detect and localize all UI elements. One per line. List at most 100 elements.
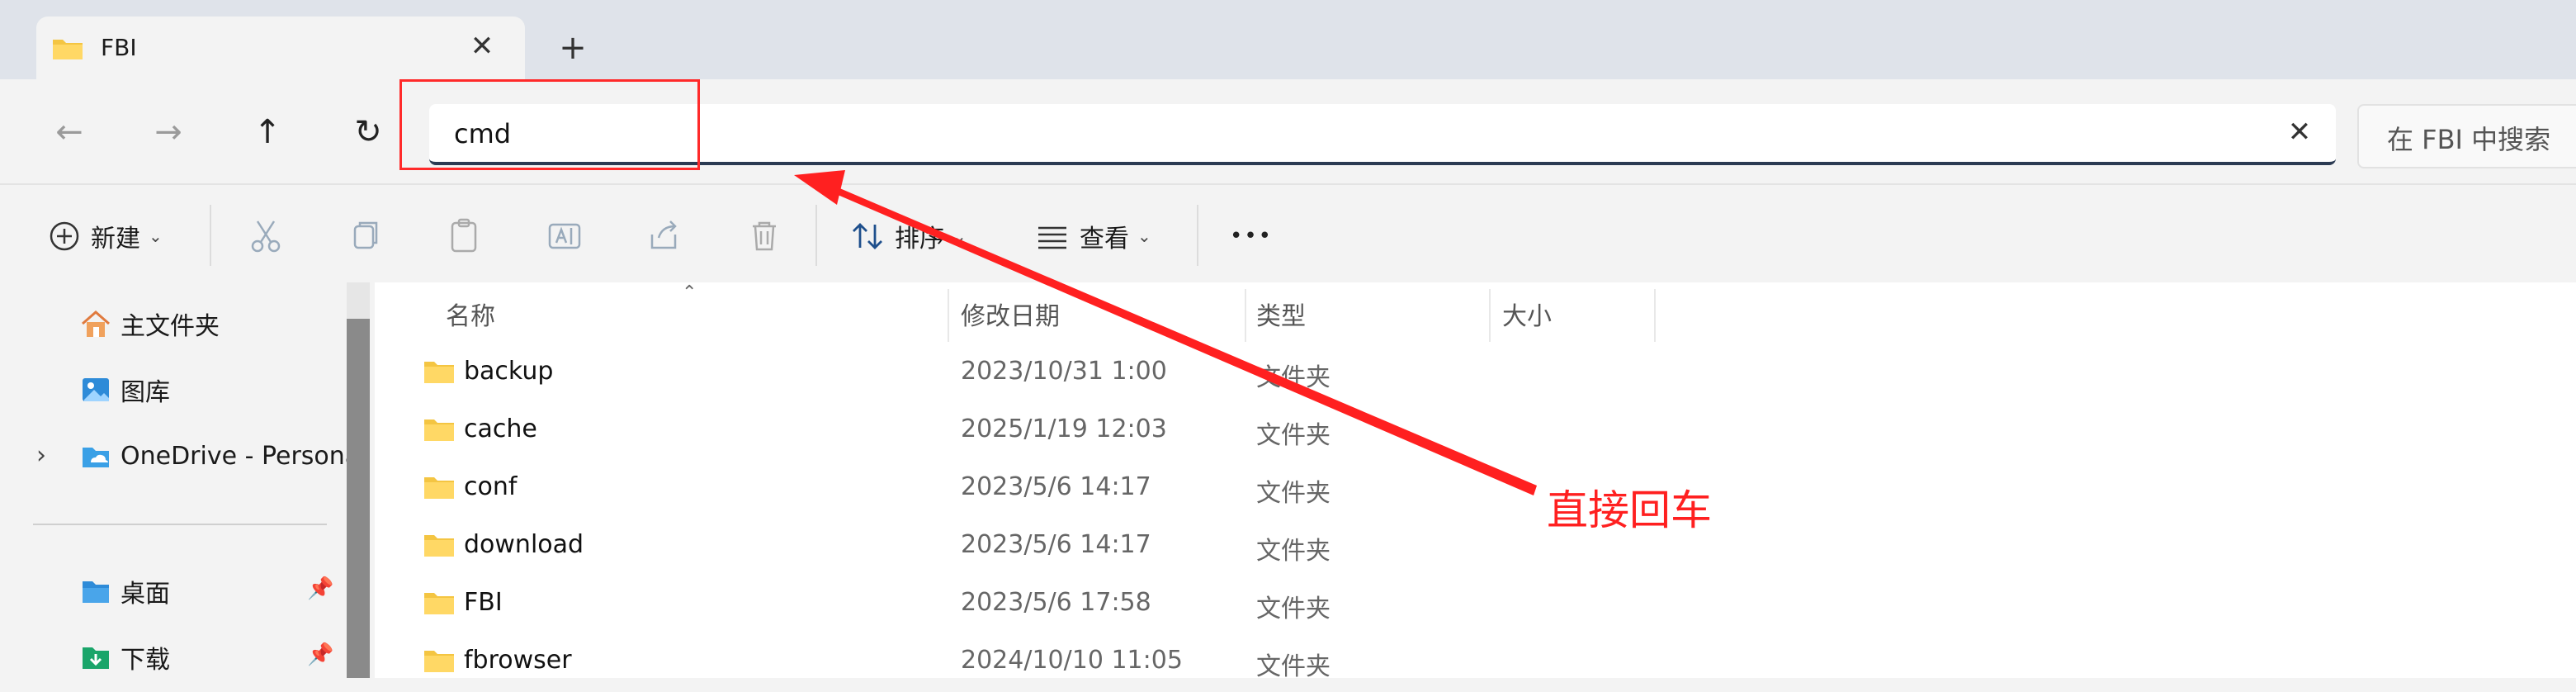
sidebar-scrollbar[interactable] (347, 282, 370, 678)
sidebar-item-onedrive[interactable]: OneDrive - Persona (79, 436, 360, 476)
file-date: 2023/10/31 1:00 (961, 357, 1167, 386)
folder-icon (424, 651, 454, 672)
address-bar[interactable]: ✕ (429, 104, 2336, 165)
home-icon (82, 310, 110, 337)
file-type: 文件夹 (1256, 652, 1331, 681)
file-date: 2023/5/6 17:58 (961, 588, 1151, 617)
rename-icon[interactable] (543, 215, 586, 258)
sort-indicator-icon: ⌃ (682, 282, 697, 303)
tab-title: FBI (101, 34, 137, 61)
table-row[interactable]: download 2023/5/6 14:17 文件夹 (375, 519, 2576, 576)
sidebar-item-downloads[interactable]: 下载 (79, 637, 170, 677)
sort-label: 排序 (895, 225, 944, 254)
navigation-pane: 主文件夹 图库 › OneDrive - Persona 桌面 📌 下载 📌 (0, 282, 363, 678)
copy-icon[interactable] (343, 215, 386, 258)
plus-circle-icon (50, 221, 79, 251)
table-row[interactable]: fbrowser 2024/10/10 11:05 文件夹 (375, 634, 2576, 692)
chevron-right-icon[interactable]: › (36, 441, 46, 470)
sidebar-item-label: 下载 (121, 646, 170, 675)
clear-address-icon[interactable]: ✕ (2281, 114, 2318, 150)
navigation-bar: ← → ↑ ↻ ✕ 在 FBI 中搜索 (0, 79, 2576, 183)
file-name: fbrowser (464, 646, 572, 675)
pin-icon[interactable]: 📌 (307, 642, 333, 667)
column-header-size[interactable]: 大小 (1502, 296, 1552, 332)
tab-bar: FBI ✕ + (0, 0, 2576, 79)
download-icon (83, 647, 109, 669)
more-icon: ••• (1230, 224, 1274, 249)
file-type: 文件夹 (1256, 479, 1331, 508)
sidebar-item-label: OneDrive - Persona (121, 441, 361, 471)
sidebar-item-label: 图库 (121, 378, 170, 407)
toolbar-divider (1197, 205, 1198, 266)
sidebar-divider (33, 524, 327, 525)
view-label: 查看 (1080, 225, 1129, 254)
sidebar-item-desktop[interactable]: 桌面 (79, 571, 170, 611)
up-button[interactable]: ↑ (244, 109, 291, 155)
table-row[interactable]: backup 2023/10/31 1:00 文件夹 (375, 345, 2576, 403)
file-date: 2025/1/19 12:03 (961, 415, 1167, 443)
close-tab-icon[interactable]: ✕ (466, 30, 499, 63)
column-header-date[interactable]: 修改日期 (961, 296, 1060, 332)
share-icon[interactable] (642, 215, 685, 258)
column-divider (1654, 289, 1656, 342)
file-name: backup (464, 357, 554, 386)
forward-button[interactable]: → (145, 109, 191, 155)
back-button[interactable]: ← (46, 109, 92, 155)
view-list-icon (1038, 226, 1066, 249)
sort-button[interactable]: 排序 ⌄ (850, 216, 967, 256)
new-button[interactable]: 新建 ⌄ (48, 216, 163, 256)
folder-icon (424, 535, 454, 557)
annotation-label: 直接回车 (1547, 486, 1712, 534)
table-row[interactable]: cache 2025/1/19 12:03 文件夹 (375, 403, 2576, 461)
folder-icon (53, 40, 83, 59)
file-type: 文件夹 (1256, 595, 1331, 623)
address-input[interactable] (452, 112, 2271, 155)
cut-icon[interactable] (244, 215, 287, 258)
trash-icon[interactable] (743, 215, 786, 258)
pin-icon[interactable]: 📌 (307, 576, 333, 601)
file-name: conf (464, 472, 518, 501)
refresh-button[interactable]: ↻ (345, 109, 391, 155)
file-type: 文件夹 (1256, 537, 1331, 566)
sidebar-item-label: 主文件夹 (121, 312, 220, 341)
chevron-down-icon: ⌄ (149, 226, 163, 246)
scrollbar-thumb[interactable] (347, 319, 370, 678)
sort-icon (853, 223, 882, 249)
chevron-down-icon: ⌄ (1137, 226, 1151, 246)
file-date: 2024/10/10 11:05 (961, 646, 1183, 675)
column-header-type[interactable]: 类型 (1256, 296, 1306, 332)
new-tab-button[interactable]: + (556, 31, 589, 64)
command-toolbar: 新建 ⌄ 排序 ⌄ 查看 ⌄ ••• (0, 183, 2576, 284)
more-options-button[interactable]: ••• (1230, 216, 1273, 256)
folder-icon (424, 477, 454, 499)
search-placeholder: 在 FBI 中搜索 (2387, 124, 2551, 155)
view-button[interactable]: 查看 ⌄ (1035, 216, 1151, 256)
search-box[interactable]: 在 FBI 中搜索 (2357, 104, 2576, 168)
file-date: 2023/5/6 14:17 (961, 472, 1151, 501)
folder-icon (424, 419, 454, 441)
file-type: 文件夹 (1256, 421, 1331, 450)
tab-fbi[interactable]: FBI ✕ (36, 17, 525, 79)
folder-icon (424, 593, 454, 614)
new-label: 新建 (91, 225, 140, 254)
file-type: 文件夹 (1256, 363, 1331, 392)
column-divider (948, 289, 949, 342)
file-name: cache (464, 415, 537, 443)
column-divider (1245, 289, 1246, 342)
paste-icon[interactable] (442, 215, 485, 258)
table-row[interactable]: FBI 2023/5/6 17:58 文件夹 (375, 576, 2576, 634)
sidebar-item-gallery[interactable]: 图库 (79, 370, 170, 410)
column-header-name[interactable]: 名称 (446, 296, 495, 332)
highlight-box (399, 79, 700, 170)
desktop-icon (83, 581, 109, 603)
chevron-down-icon: ⌄ (952, 226, 967, 246)
onedrive-icon (83, 448, 109, 467)
column-divider (1489, 289, 1491, 342)
folder-icon (424, 362, 454, 383)
table-row[interactable]: conf 2023/5/6 14:17 文件夹 (375, 461, 2576, 519)
file-name: download (464, 530, 584, 559)
file-name: FBI (464, 588, 503, 617)
sidebar-item-label: 桌面 (121, 580, 170, 609)
sidebar-item-home[interactable]: 主文件夹 (79, 304, 220, 344)
file-list: ⌃ 名称 修改日期 类型 大小 backup 2023/10/31 1:00 文… (375, 282, 2576, 681)
